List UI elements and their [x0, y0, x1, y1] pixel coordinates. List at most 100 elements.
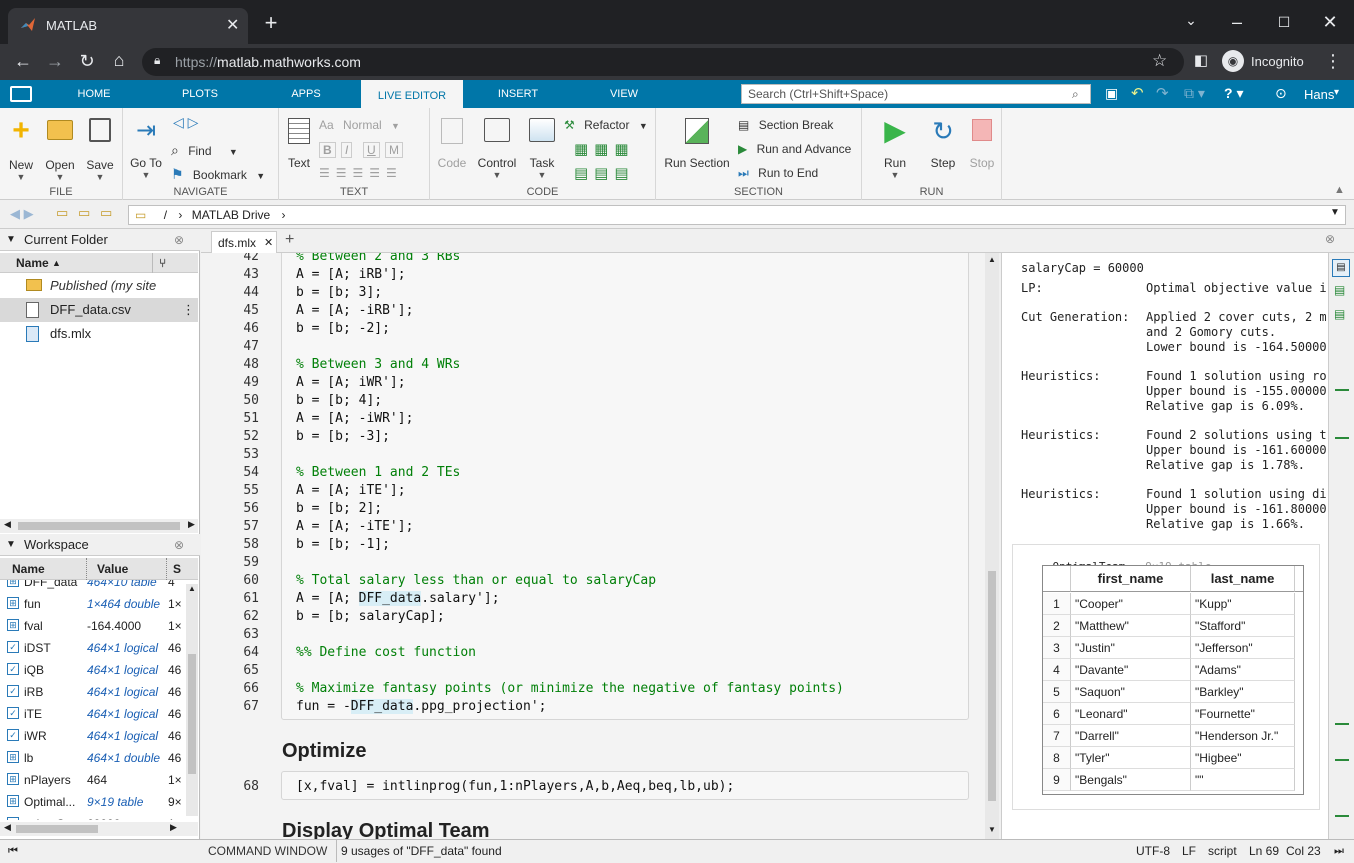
- kebab-menu-icon[interactable]: ⋮: [1322, 51, 1344, 71]
- format-mono-icon[interactable]: M: [385, 142, 403, 158]
- current-folder-path[interactable]: ▭ / › MATLAB Drive ›: [128, 205, 1346, 225]
- reload-icon[interactable]: ↻: [76, 51, 98, 71]
- browser-tab[interactable]: MATLAB ✕: [8, 8, 248, 44]
- undo-icon[interactable]: ↶: [1131, 84, 1144, 102]
- incognito-avatar[interactable]: ◉: [1222, 50, 1244, 72]
- workspace-row[interactable]: ⊞ Optimal... 9×19 table 9×: [0, 791, 186, 813]
- workspace-column-header[interactable]: Name Value S: [0, 558, 198, 580]
- file-list-column-header[interactable]: Name ▲ ⑂: [0, 253, 198, 273]
- close-tab-icon[interactable]: ✕: [226, 15, 239, 35]
- search-folder-icon[interactable]: ▭: [100, 205, 112, 221]
- output-inline-icon[interactable]: ▤: [1334, 283, 1345, 297]
- goto-button[interactable]: ⇥ Go To ▼: [127, 118, 165, 181]
- file-item-dfs-mlx[interactable]: dfs.mlx: [0, 322, 198, 346]
- scroll-up-icon[interactable]: ▲: [988, 255, 996, 264]
- format-underline-icon[interactable]: U: [363, 142, 380, 158]
- run-advance-button[interactable]: ▶ Run and Advance: [738, 142, 851, 156]
- nav-back-icon[interactable]: ◀ ▶: [10, 206, 34, 222]
- run-button[interactable]: ▶ Run ▼: [874, 116, 916, 181]
- tab-live-editor[interactable]: LIVE EDITOR: [361, 80, 463, 108]
- step-button[interactable]: ↻ Step: [924, 116, 962, 170]
- workspace-row[interactable]: ✓ iRB 464×1 logical 46: [0, 681, 186, 703]
- file-item-dff-data[interactable]: DFF_data.csv ⋮: [0, 298, 198, 322]
- workspace-row[interactable]: ⊞ salaryCap 60000 1×: [0, 813, 186, 820]
- new-button[interactable]: + New ▼: [4, 116, 38, 183]
- scroll-down-icon[interactable]: ▼: [988, 825, 996, 834]
- bookmark-button[interactable]: ⚑ Bookmark ▼: [171, 166, 265, 183]
- workspace-row[interactable]: ✓ iDST 464×1 logical 46: [0, 637, 186, 659]
- control-button[interactable]: Control ▼: [474, 118, 520, 180]
- maximize-icon[interactable]: ☐: [1273, 12, 1295, 32]
- close-tab-icon[interactable]: ✕: [264, 232, 273, 254]
- help-icon[interactable]: ? ▾: [1224, 85, 1243, 102]
- tab-home[interactable]: HOME: [60, 80, 128, 108]
- redo-icon[interactable]: ↷: [1156, 84, 1169, 102]
- search-input[interactable]: Search (Ctrl+Shift+Space): [741, 84, 1091, 104]
- live-editor-code-area[interactable]: 42 % Between 2 and 3 RBs 43 A = [A; iRB']; 4…: [201, 253, 999, 839]
- new-tab-icon[interactable]: +: [260, 12, 282, 34]
- side-panel-icon[interactable]: ◧: [1190, 51, 1212, 71]
- chevron-down-icon[interactable]: ▼: [1330, 207, 1340, 218]
- tab-view[interactable]: VIEW: [592, 80, 656, 108]
- scroll-thumb[interactable]: [18, 522, 180, 530]
- workspace-horizontal-scrollbar[interactable]: ◀ ▶: [0, 822, 198, 836]
- run-to-end-button[interactable]: ⏭ Run to End: [738, 166, 818, 181]
- workspace-header[interactable]: ▼ Workspace ⊗: [0, 534, 200, 556]
- output-pane[interactable]: salaryCap = 60000 LP: Optimal objective v…: [1001, 253, 1328, 839]
- forward-arrow-icon[interactable]: →: [44, 51, 66, 71]
- hide-code-icon[interactable]: ▤: [1334, 307, 1345, 321]
- kebab-menu-icon[interactable]: ⋮: [182, 298, 195, 322]
- folder-up-icon[interactable]: ▭: [56, 205, 68, 221]
- minimize-icon[interactable]: –: [1226, 12, 1248, 32]
- address-bar[interactable]: 🔒︎ https://matlab.mathworks.com ☆: [142, 48, 1184, 76]
- current-folder-header[interactable]: ▼ Current Folder ⊗: [0, 229, 200, 251]
- scroll-left-icon[interactable]: ◀: [4, 519, 11, 530]
- panel-options-icon[interactable]: ⊗: [174, 229, 184, 251]
- save-quick-icon[interactable]: ▣: [1105, 85, 1118, 102]
- code-tools-icons[interactable]: ▦▦▦: [574, 140, 635, 158]
- scroll-thumb[interactable]: [988, 571, 996, 801]
- editor-options-icon[interactable]: ⊗: [1325, 232, 1335, 246]
- panel-options-icon[interactable]: ⊗: [174, 534, 184, 556]
- table-column-header[interactable]: last_name: [1191, 566, 1295, 592]
- workspace-row[interactable]: ✓ iTE 464×1 logical 46: [0, 703, 186, 725]
- scroll-up-icon[interactable]: ▲: [188, 584, 196, 593]
- browse-folder-icon[interactable]: ▭: [78, 205, 90, 221]
- format-italic-icon[interactable]: I: [341, 142, 353, 158]
- save-button[interactable]: Save ▼: [82, 118, 118, 182]
- chevron-down-icon[interactable]: ⌄: [1180, 10, 1202, 30]
- collapse-triangle-icon[interactable]: ▼: [6, 229, 16, 251]
- scroll-thumb[interactable]: [16, 825, 98, 833]
- open-button[interactable]: Open ▼: [42, 118, 78, 182]
- window-layout-icon[interactable]: ⧉ ▾: [1184, 85, 1205, 102]
- home-icon[interactable]: ⌂: [108, 50, 130, 70]
- workspace-row[interactable]: ✓ iQB 464×1 logical 46: [0, 659, 186, 681]
- scroll-right-icon[interactable]: ▶: [188, 519, 195, 530]
- refactor-button[interactable]: ⚒ Refactor ▼: [564, 118, 648, 132]
- optimal-team-table[interactable]: first_name last_name 1 "Cooper" "Kupp" 2 "Matt…: [1042, 565, 1304, 795]
- workspace-row[interactable]: ⊞ nPlayers 464 1×: [0, 769, 186, 791]
- workspace-row[interactable]: ✓ iWR 464×1 logical 46: [0, 725, 186, 747]
- user-icon[interactable]: ⊙: [1275, 85, 1287, 102]
- close-window-icon[interactable]: ✕: [1319, 12, 1341, 32]
- user-name[interactable]: Hans: [1304, 87, 1334, 102]
- command-window-expand-icon[interactable]: ⏮: [8, 840, 18, 862]
- folder-horizontal-scrollbar[interactable]: ◀ ▶: [0, 519, 198, 533]
- tab-insert[interactable]: INSERT: [484, 80, 552, 108]
- code-button[interactable]: Code: [434, 118, 470, 170]
- format-bold-icon[interactable]: B: [319, 142, 336, 158]
- scroll-right-icon[interactable]: ▶: [170, 822, 177, 833]
- section-break-button[interactable]: ▤ Section Break: [738, 118, 833, 132]
- expand-right-icon[interactable]: ⏭: [1334, 840, 1344, 862]
- task-button[interactable]: Task ▼: [524, 118, 560, 180]
- workspace-row[interactable]: ⊞ DFF_data 464×10 table 4: [0, 580, 186, 593]
- back-arrow-icon[interactable]: ←: [12, 51, 34, 71]
- workspace-row[interactable]: ⊞ lb 464×1 double 46: [0, 747, 186, 769]
- command-window-button[interactable]: COMMAND WINDOW: [208, 840, 327, 862]
- matlab-desktop-icon[interactable]: [10, 86, 32, 102]
- collapse-ribbon-icon[interactable]: ▲: [1334, 184, 1345, 196]
- output-right-icon[interactable]: ▤: [1332, 259, 1350, 277]
- text-button[interactable]: Text: [283, 118, 315, 170]
- scroll-thumb[interactable]: [188, 654, 196, 774]
- find-button[interactable]: ⌕ Find ▼: [171, 142, 238, 159]
